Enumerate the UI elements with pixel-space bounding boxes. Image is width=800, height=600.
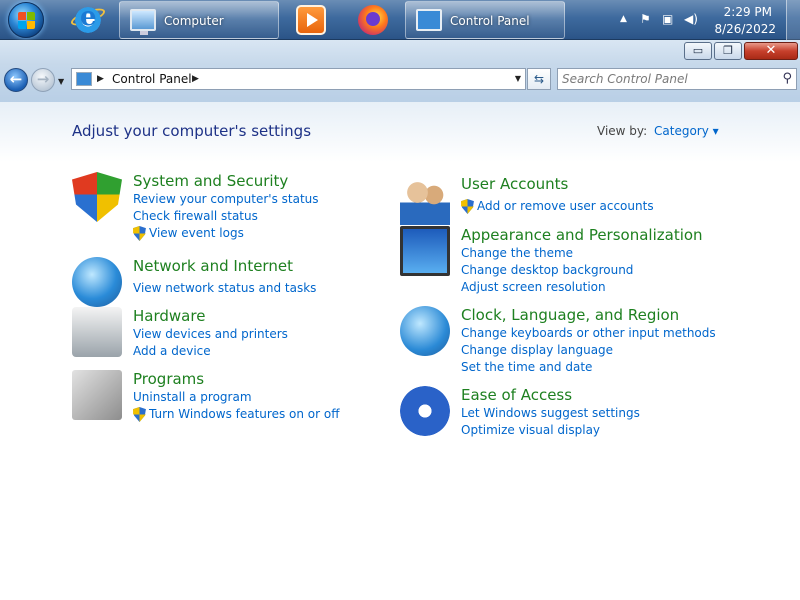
category-link[interactable]: Add a device [133, 344, 211, 358]
address-dropdown-icon[interactable]: ▼ [515, 74, 521, 83]
minimize-icon: ▭ [692, 44, 704, 57]
taskbar-control-panel-button[interactable]: Control Panel [405, 1, 565, 39]
refresh-icon: ⇆ [533, 72, 545, 86]
clock-date[interactable]: 8/26/2022 [714, 22, 776, 36]
category-link[interactable]: Let Windows suggest settings [461, 406, 640, 420]
programs-box-icon[interactable] [72, 370, 122, 420]
content-area: Adjust your computer's settings View by:… [0, 102, 800, 600]
search-input[interactable] [562, 71, 772, 87]
clock-time[interactable]: 2:29 PM [724, 5, 772, 19]
show-desktop-button[interactable] [786, 0, 800, 40]
category-link[interactable]: View network status and tasks [133, 281, 316, 295]
category-title[interactable]: Clock, Language, and Region [461, 306, 679, 324]
system-tray: ▲ ⚑ ▣ ◀) 2:29 PM 8/26/2022 [610, 0, 800, 40]
category-link[interactable]: Add or remove user accounts [477, 199, 654, 213]
category-system-and-security: System and Security Review your computer… [72, 172, 372, 242]
breadcrumb-chevron-icon[interactable]: ▶ [192, 71, 199, 87]
taskbar-control-panel-label: Control Panel [450, 14, 530, 28]
flag-icon[interactable]: ⚑ [640, 12, 651, 26]
taskbar-computer-button[interactable]: Computer [119, 1, 279, 39]
category-link[interactable]: View event logs [149, 226, 244, 240]
category-title[interactable]: User Accounts [461, 175, 568, 193]
uac-shield-icon [133, 226, 146, 241]
forward-button[interactable]: → [31, 68, 55, 92]
maximize-button[interactable]: ❐ [714, 42, 742, 60]
network-icon[interactable]: ▣ [662, 12, 673, 26]
users-icon[interactable] [400, 175, 450, 225]
category-link[interactable]: Check firewall status [133, 209, 258, 223]
start-button[interactable] [8, 2, 44, 38]
category-user-accounts: User Accounts Add or remove user account… [400, 175, 730, 225]
category-link[interactable]: Change desktop background [461, 263, 633, 277]
category-link[interactable]: Uninstall a program [133, 390, 252, 404]
control-panel-icon [76, 72, 92, 86]
security-shield-icon[interactable] [72, 172, 122, 222]
minimize-button[interactable]: ▭ [684, 42, 712, 60]
ease-of-access-icon[interactable] [400, 386, 450, 436]
network-globe-icon[interactable] [72, 257, 122, 307]
view-by-dropdown[interactable]: Category ▾ [654, 124, 719, 138]
internet-explorer-icon[interactable] [73, 2, 103, 35]
close-icon: ✕ [765, 43, 777, 58]
category-link[interactable]: View devices and printers [133, 327, 288, 341]
computer-icon [130, 9, 156, 35]
uac-shield-icon [133, 407, 146, 422]
category-link[interactable]: Change display language [461, 343, 613, 357]
search-box[interactable]: ⚲ [557, 68, 797, 90]
category-appearance-and-personalization: Appearance and Personalization Change th… [400, 226, 730, 298]
firefox-icon[interactable] [358, 5, 388, 35]
page-title: Adjust your computer's settings [72, 122, 312, 140]
breadcrumb-chevron-icon[interactable]: ▶ [97, 71, 104, 87]
taskbar: Computer Control Panel ▲ ⚑ ▣ ◀) 2:29 PM … [0, 0, 800, 40]
category-link[interactable]: Optimize visual display [461, 423, 600, 437]
category-link[interactable]: Turn Windows features on or off [149, 407, 340, 421]
clock-globe-icon[interactable] [400, 306, 450, 356]
taskbar-computer-label: Computer [164, 14, 224, 28]
view-by-label: View by: [597, 124, 648, 138]
control-panel-icon [416, 9, 442, 31]
category-title[interactable]: System and Security [133, 172, 288, 190]
category-network-and-internet: Network and Internet View network status… [72, 257, 372, 307]
media-player-icon[interactable] [296, 5, 326, 35]
printer-icon[interactable] [72, 307, 122, 357]
category-programs: Programs Uninstall a program Turn Window… [72, 370, 372, 425]
windows-logo-icon [18, 12, 36, 30]
arrow-right-icon: → [36, 70, 50, 88]
category-link[interactable]: Review your computer's status [133, 192, 319, 206]
category-link[interactable]: Change the theme [461, 246, 573, 260]
category-link[interactable]: Change keyboards or other input methods [461, 326, 716, 340]
address-bar[interactable]: ▶ Control Panel ▶ ▼ [71, 68, 526, 90]
speaker-icon[interactable]: ◀) [684, 12, 698, 26]
category-title[interactable]: Network and Internet [133, 257, 293, 275]
monitor-icon[interactable] [400, 226, 450, 276]
category-hardware: Hardware View devices and printers Add a… [72, 307, 372, 362]
arrow-left-icon: ← [9, 70, 23, 88]
refresh-button[interactable]: ⇆ [527, 68, 551, 90]
uac-shield-icon [461, 199, 474, 214]
search-icon[interactable]: ⚲ [782, 71, 792, 86]
close-button[interactable]: ✕ [744, 42, 798, 60]
recent-pages-dropdown-icon[interactable]: ▼ [58, 77, 64, 86]
window-controls: ▭ ❐ ✕ [648, 42, 798, 60]
breadcrumb-control-panel[interactable]: Control Panel [112, 72, 192, 86]
category-ease-of-access: Ease of Access Let Windows suggest setti… [400, 386, 730, 441]
chevron-up-icon[interactable]: ▲ [620, 14, 627, 24]
category-title[interactable]: Hardware [133, 307, 205, 325]
category-title[interactable]: Programs [133, 370, 204, 388]
back-button[interactable]: ← [4, 68, 28, 92]
category-title[interactable]: Ease of Access [461, 386, 572, 404]
category-link[interactable]: Set the time and date [461, 360, 592, 374]
category-link[interactable]: Adjust screen resolution [461, 280, 606, 294]
category-title[interactable]: Appearance and Personalization [461, 226, 703, 244]
category-clock-language-and-region: Clock, Language, and Region Change keybo… [400, 306, 730, 378]
maximize-icon: ❐ [723, 44, 733, 57]
